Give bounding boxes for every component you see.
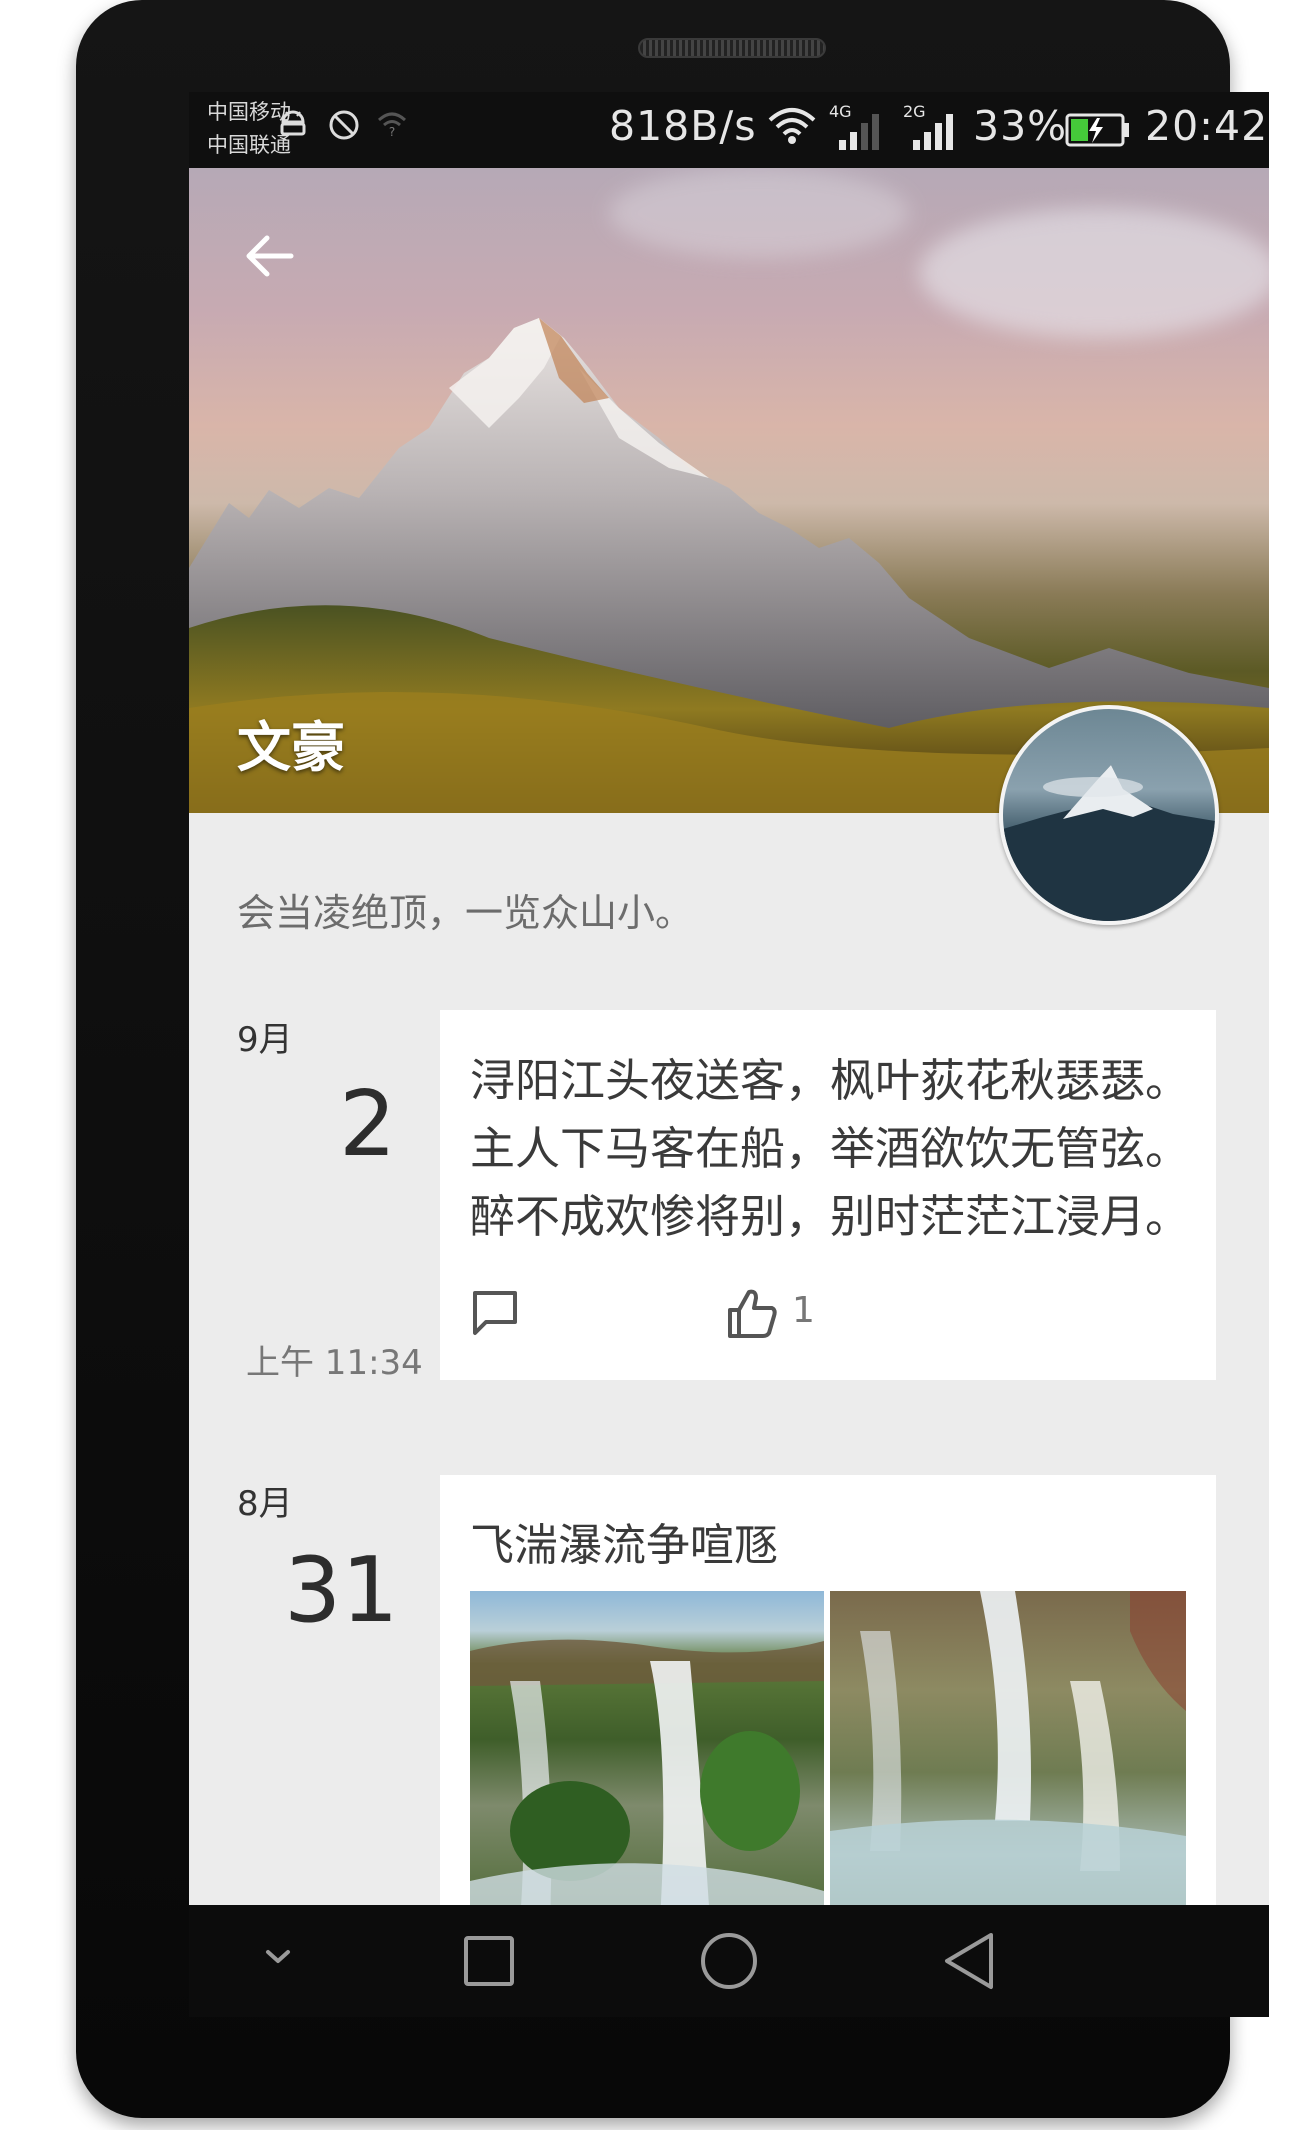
- post-card[interactable]: 浔阳江头夜送客，枫叶荻花秋瑟瑟。 主人下马客在船，举酒欲饮无管弦。 醉不成欢惨将…: [440, 1010, 1216, 1380]
- navigation-bar: [189, 1905, 1269, 2017]
- page-title: 文豪: [237, 716, 345, 779]
- svg-text:?: ?: [389, 125, 395, 138]
- android-debug-icon: [280, 110, 306, 136]
- arrow-left-icon[interactable]: [241, 228, 297, 284]
- waterfall-photo[interactable]: [830, 1591, 1186, 1905]
- chevron-down-icon[interactable]: [263, 1947, 293, 1967]
- signal-2g-icon: [913, 114, 953, 150]
- avatar[interactable]: [999, 705, 1219, 925]
- wifi-question-icon: ?: [377, 112, 407, 138]
- comment-icon[interactable]: [470, 1288, 520, 1338]
- clock: 20:42: [1145, 102, 1269, 150]
- block-icon: [329, 110, 359, 140]
- waterfall-image: [470, 1639, 824, 1905]
- phone-frame: 中国移动 中国联通 ? 818B/s 4G 2G 33% 20:42 文豪 会当…: [76, 0, 1269, 2118]
- avatar-mountain-image: [1003, 765, 1215, 921]
- cascade-image: [830, 1591, 1186, 1905]
- waterfall-photo[interactable]: [470, 1591, 824, 1905]
- post-title: 飞湍瀑流争喧豗: [470, 1520, 778, 1571]
- post-day: 2: [339, 1072, 397, 1177]
- status-bar: 中国移动 中国联通 ? 818B/s 4G 2G 33% 20:42: [189, 92, 1269, 168]
- battery-charging-icon: [1065, 113, 1129, 147]
- speaker-grille: [638, 38, 826, 58]
- like-icon[interactable]: [725, 1286, 779, 1340]
- recent-apps-icon[interactable]: [463, 1935, 515, 1987]
- post-text-line: 醉不成欢惨将别，别时茫茫江浸月。: [470, 1190, 1191, 1243]
- like-count: 1: [792, 1290, 815, 1331]
- back-icon[interactable]: [941, 1931, 997, 1991]
- screen: 中国移动 中国联通 ? 818B/s 4G 2G 33% 20:42 文豪 会当…: [189, 92, 1269, 1905]
- post-text-line: 主人下马客在船，举酒欲饮无管弦。: [470, 1122, 1191, 1175]
- post-time: 上午 11:34: [246, 1343, 423, 1383]
- home-icon[interactable]: [699, 1931, 759, 1991]
- post-card[interactable]: 飞湍瀑流争喧豗: [440, 1475, 1216, 1905]
- post-day: 31: [284, 1538, 399, 1643]
- wifi-icon: [768, 108, 816, 144]
- post-month: 9月: [237, 1020, 293, 1060]
- battery-percent: 33%: [973, 102, 1068, 150]
- signal-icon: [839, 114, 879, 150]
- post-month: 8月: [237, 1484, 293, 1524]
- post-text-line: 浔阳江头夜送客，枫叶荻花秋瑟瑟。: [470, 1054, 1191, 1107]
- profile-motto: 会当凌绝顶，一览众山小。: [237, 891, 694, 935]
- net-speed: 818B/s: [609, 102, 757, 150]
